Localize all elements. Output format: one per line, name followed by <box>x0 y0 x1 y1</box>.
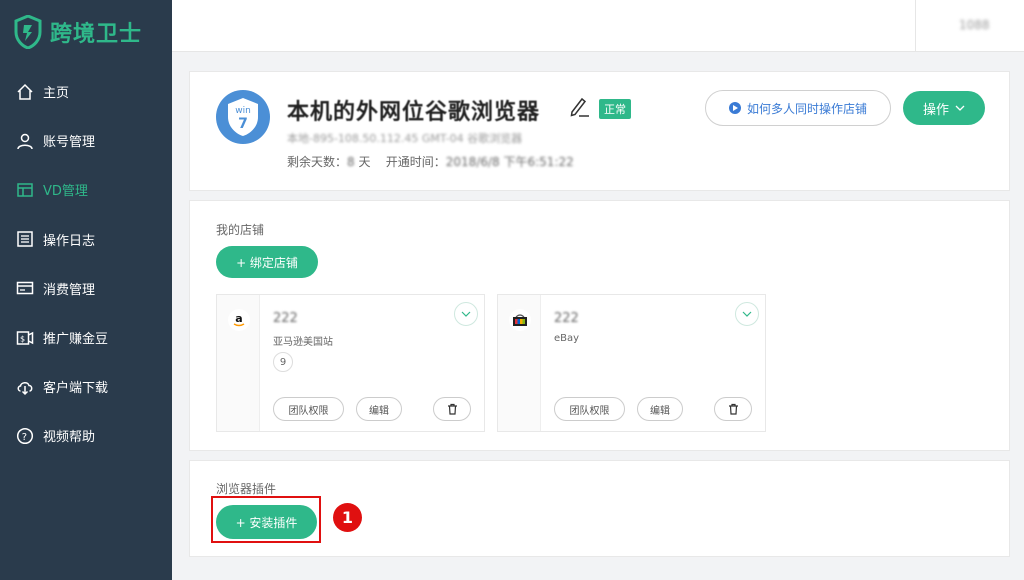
days-label: 剩余天数： <box>287 155 348 169</box>
ops-label: 操作 <box>922 102 949 118</box>
windows7-badge-icon: win 7 <box>216 90 270 144</box>
ebay-logo-icon <box>509 309 531 331</box>
sidebar: 跨境卫士 主页 账号管理 VD管理 操作日志 消费管理 $ 推广赚金豆 客户端下… <box>0 0 172 580</box>
svg-text:$: $ <box>20 334 25 343</box>
open-time-value: 2018/6/8 下午6:51:22 <box>445 155 574 169</box>
app-logo[interactable]: 跨境卫士 <box>14 12 142 52</box>
home-icon <box>16 83 34 101</box>
sidebar-item-billing[interactable]: 消费管理 <box>0 264 172 313</box>
sidebar-item-home[interactable]: 主页 <box>0 67 172 116</box>
delete-shop-button[interactable] <box>714 397 752 421</box>
sidebar-item-label: 推广赚金豆 <box>43 332 109 348</box>
sidebar-item-label: 主页 <box>43 86 70 102</box>
help-icon: ? <box>16 427 34 445</box>
shop-card-ebay: 222 eBay 团队权限 编辑 <box>497 294 766 432</box>
logo-text: 跨境卫士 <box>50 22 143 47</box>
plugins-section-title: 浏览器插件 <box>216 482 277 496</box>
sidebar-item-vd[interactable]: VD管理 <box>0 165 172 214</box>
sidebar-nav: 主页 账号管理 VD管理 操作日志 消费管理 $ 推广赚金豆 客户端下载 ? 视… <box>0 67 172 461</box>
open-time-label: 开通时间： <box>385 155 446 169</box>
trash-icon <box>447 403 457 415</box>
card-icon <box>16 279 34 297</box>
svg-text:a: a <box>235 312 242 325</box>
shop-platform: eBay <box>554 333 580 344</box>
edit-shop-button[interactable]: 编辑 <box>637 397 683 421</box>
howto-multi-user-button[interactable]: 如何多人同时操作店铺 <box>705 90 891 126</box>
trash-icon <box>728 403 738 415</box>
browser-info-card: win 7 本机的外网位谷歌浏览器 正常 本地-895-108.50.112.4… <box>189 71 1010 191</box>
sidebar-item-help[interactable]: ? 视频帮助 <box>0 411 172 460</box>
shop-count-badge: 9 <box>273 352 293 372</box>
shops-section-title: 我的店铺 <box>216 223 265 237</box>
user-icon <box>16 132 34 150</box>
shop-name: 222 <box>273 311 298 326</box>
play-icon <box>728 102 741 114</box>
browser-days-line: 剩余天数：8 天 开通时间：2018/6/8 下午6:51:22 <box>287 153 574 170</box>
user-menu[interactable]: 1088 <box>959 18 990 32</box>
team-permission-button[interactable]: 团队权限 <box>273 397 344 421</box>
edit-shop-button[interactable]: 编辑 <box>356 397 402 421</box>
expand-chevron-icon[interactable] <box>454 302 478 326</box>
shop-platform: 亚马逊美国站 <box>273 337 333 348</box>
log-icon <box>16 230 34 248</box>
sidebar-item-download[interactable]: 客户端下载 <box>0 362 172 411</box>
edit-pencil-icon[interactable] <box>567 95 591 119</box>
howto-label: 如何多人同时操作店铺 <box>746 101 867 116</box>
days-unit: 天 <box>358 155 371 169</box>
coin-icon: $ <box>16 329 34 347</box>
sidebar-item-label: 视频帮助 <box>43 430 96 446</box>
operations-dropdown-button[interactable]: 操作 <box>903 91 985 125</box>
sidebar-item-label: 账号管理 <box>43 135 96 151</box>
sidebar-item-label: VD管理 <box>43 184 88 200</box>
top-bar: 1088 <box>172 0 1024 52</box>
sidebar-item-label: 消费管理 <box>43 282 96 298</box>
highlight-box <box>211 496 321 543</box>
shield-logo-icon <box>14 15 42 49</box>
os-badge-bottom: 7 <box>238 116 248 132</box>
bind-shop-button[interactable]: + 绑定店铺 <box>216 246 318 278</box>
svg-text:?: ? <box>22 432 27 443</box>
status-badge: 正常 <box>599 99 631 119</box>
chevron-down-icon <box>955 105 965 111</box>
topbar-divider <box>915 0 916 52</box>
shop-name: 222 <box>554 311 579 326</box>
window-icon <box>16 181 34 199</box>
sidebar-item-accounts[interactable]: 账号管理 <box>0 116 172 165</box>
browser-meta: 本地-895-108.50.112.45 GMT-04 谷歌浏览器 <box>287 132 523 145</box>
my-shops-card: 我的店铺 + 绑定店铺 a 222 亚马逊美国站 9 团队权限 编辑 222 e… <box>189 200 1010 451</box>
days-value: 8 <box>347 155 355 169</box>
expand-chevron-icon[interactable] <box>735 302 759 326</box>
team-permission-button[interactable]: 团队权限 <box>554 397 625 421</box>
sidebar-item-log[interactable]: 操作日志 <box>0 215 172 264</box>
sidebar-item-label: 操作日志 <box>43 233 96 249</box>
browser-name: 本机的外网位谷歌浏览器 <box>287 100 541 125</box>
cloud-download-icon <box>16 378 34 396</box>
sidebar-item-label: 客户端下载 <box>43 381 109 397</box>
shop-card-amazon: a 222 亚马逊美国站 9 团队权限 编辑 <box>216 294 485 432</box>
delete-shop-button[interactable] <box>433 397 471 421</box>
step-marker: 1 <box>333 503 362 532</box>
os-badge-top: win <box>235 106 251 116</box>
amazon-logo-icon: a <box>228 309 250 331</box>
sidebar-item-promote[interactable]: $ 推广赚金豆 <box>0 313 172 362</box>
